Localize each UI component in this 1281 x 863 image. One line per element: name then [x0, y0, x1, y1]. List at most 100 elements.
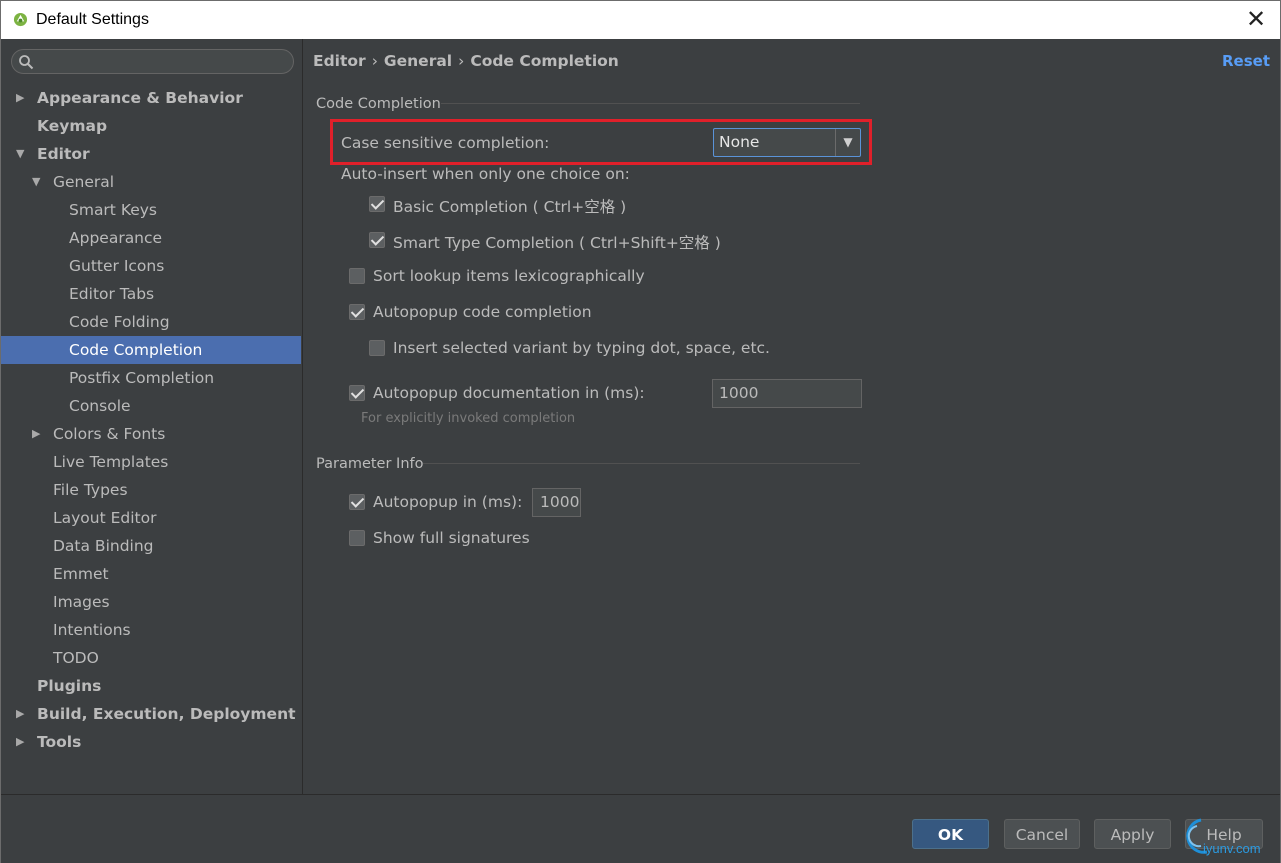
insert-variant-label[interactable]: Insert selected variant by typing dot, s… — [393, 339, 770, 357]
insert-variant-checkbox[interactable] — [369, 340, 385, 356]
autopopup-doc-input[interactable]: 1000 — [712, 379, 862, 408]
autopopup-doc-hint: For explicitly invoked completion — [361, 411, 576, 426]
sidebar-item-label: Postfix Completion — [69, 369, 215, 387]
sidebar-item-label: Code Completion — [69, 341, 203, 359]
sidebar-item-label: Code Folding — [69, 313, 170, 331]
sidebar-item-label: Intentions — [53, 621, 131, 639]
sidebar-item-images[interactable]: Images — [1, 588, 301, 616]
basic-completion-checkbox[interactable] — [369, 196, 385, 212]
basic-completion-label[interactable]: Basic Completion ( Ctrl+空格 ) — [393, 195, 626, 217]
sidebar-item-label: Data Binding — [53, 537, 154, 555]
sidebar-item-build-execution-deployment[interactable]: ▶ Build, Execution, Deployment — [1, 700, 301, 728]
sidebar-item-keymap[interactable]: Keymap — [1, 112, 301, 140]
sidebar-item-label: Smart Keys — [69, 201, 157, 219]
sidebar-item-layout-editor[interactable]: Layout Editor — [1, 504, 301, 532]
settings-content: Editor › General › Code Completion Reset Cod… — [303, 39, 1280, 794]
param-autopopup-label[interactable]: Autopopup in (ms): — [373, 493, 522, 511]
sidebar-item-label: Live Templates — [53, 453, 169, 471]
ok-button[interactable]: OK — [912, 819, 989, 849]
expand-arrow-icon[interactable]: ▶ — [16, 84, 24, 112]
close-icon[interactable]: ✕ — [1242, 6, 1270, 34]
smart-type-completion-label[interactable]: Smart Type Completion ( Ctrl+Shift+空格 ) — [393, 231, 721, 253]
search-input[interactable] — [11, 49, 294, 74]
breadcrumb-editor[interactable]: Editor — [313, 52, 366, 70]
sidebar-item-label: Keymap — [37, 117, 108, 135]
sidebar-item-label: Plugins — [37, 677, 102, 695]
sidebar-item-file-types[interactable]: File Types — [1, 476, 301, 504]
sidebar-item-live-templates[interactable]: Live Templates — [1, 448, 301, 476]
sidebar-item-tools[interactable]: ▶ Tools — [1, 728, 301, 756]
breadcrumb-general[interactable]: General — [384, 52, 452, 70]
sidebar-item-label: Editor — [37, 145, 90, 163]
watermark-swirl-icon: iyunv.com — [1186, 818, 1261, 856]
watermark-logo: iyunv.com — [1179, 814, 1269, 862]
autopopup-doc-label[interactable]: Autopopup documentation in (ms): — [373, 384, 645, 402]
sidebar-item-postfix-completion[interactable]: Postfix Completion — [1, 364, 301, 392]
sidebar-item-smart-keys[interactable]: Smart Keys — [1, 196, 301, 224]
param-autopopup-input[interactable]: 1000 — [532, 488, 581, 517]
reset-link[interactable]: Reset — [1222, 52, 1270, 70]
sidebar-item-emmet[interactable]: Emmet — [1, 560, 301, 588]
settings-sidebar: ▶ Appearance & Behavior Keymap ▼ Editor … — [1, 39, 303, 794]
sidebar-item-appearance-behavior[interactable]: ▶ Appearance & Behavior — [1, 84, 301, 112]
section-title-code-completion: Code Completion — [316, 96, 441, 112]
apply-button[interactable]: Apply — [1094, 819, 1171, 849]
sidebar-item-label: Images — [53, 593, 110, 611]
sidebar-item-console[interactable]: Console — [1, 392, 301, 420]
sidebar-item-label: Appearance — [69, 229, 163, 247]
full-signatures-label[interactable]: Show full signatures — [373, 529, 530, 547]
sidebar-item-editor[interactable]: ▼ Editor — [1, 140, 301, 168]
full-signatures-checkbox[interactable] — [349, 530, 365, 546]
breadcrumb: Editor › General › Code Completion — [313, 52, 619, 70]
title-bar: Default Settings ✕ — [1, 1, 1280, 39]
case-sensitive-value: None — [719, 133, 760, 151]
sidebar-item-colors-fonts[interactable]: ▶ Colors & Fonts — [1, 420, 301, 448]
autopopup-code-label[interactable]: Autopopup code completion — [373, 303, 592, 321]
sidebar-item-code-folding[interactable]: Code Folding — [1, 308, 301, 336]
sidebar-item-label: TODO — [53, 649, 99, 667]
breadcrumb-separator: › — [371, 52, 378, 70]
autopopup-doc-checkbox[interactable] — [349, 385, 365, 401]
sidebar-item-editor-tabs[interactable]: Editor Tabs — [1, 280, 301, 308]
autopopup-code-checkbox[interactable] — [349, 304, 365, 320]
sidebar-item-appearance[interactable]: Appearance — [1, 224, 301, 252]
collapse-arrow-icon[interactable]: ▼ — [16, 140, 24, 168]
sidebar-item-intentions[interactable]: Intentions — [1, 616, 301, 644]
sidebar-item-label: Editor Tabs — [69, 285, 155, 303]
settings-window: Default Settings ✕ ▶ Appearance & Behavi… — [0, 0, 1281, 863]
sort-lookup-checkbox[interactable] — [349, 268, 365, 284]
param-autopopup-checkbox[interactable] — [349, 494, 365, 510]
expand-arrow-icon[interactable]: ▶ — [16, 700, 24, 728]
sidebar-item-label: Tools — [37, 733, 82, 751]
sidebar-item-data-binding[interactable]: Data Binding — [1, 532, 301, 560]
sidebar-item-label: Layout Editor — [53, 509, 157, 527]
cancel-button[interactable]: Cancel — [1004, 819, 1080, 849]
sidebar-item-plugins[interactable]: Plugins — [1, 672, 301, 700]
case-sensitive-dropdown[interactable]: None ▼ — [713, 128, 861, 157]
section-divider — [441, 103, 860, 104]
expand-arrow-icon[interactable]: ▶ — [32, 420, 40, 448]
sort-lookup-label[interactable]: Sort lookup items lexicographically — [373, 267, 645, 285]
sidebar-item-general[interactable]: ▼ General — [1, 168, 301, 196]
section-title-parameter-info: Parameter Info — [316, 456, 424, 472]
android-studio-icon — [13, 12, 28, 27]
sidebar-item-label: Emmet — [53, 565, 109, 583]
sidebar-item-label: Gutter Icons — [69, 257, 165, 275]
watermark-text: iyunv.com — [1203, 841, 1261, 856]
sidebar-item-todo[interactable]: TODO — [1, 644, 301, 672]
auto-insert-label: Auto-insert when only one choice on: — [341, 165, 630, 183]
breadcrumb-code-completion: Code Completion — [470, 52, 619, 70]
collapse-arrow-icon[interactable]: ▼ — [32, 168, 40, 196]
sidebar-item-label: Console — [69, 397, 131, 415]
window-title: Default Settings — [36, 11, 149, 28]
sidebar-item-gutter-icons[interactable]: Gutter Icons — [1, 252, 301, 280]
sidebar-item-label: Colors & Fonts — [53, 425, 166, 443]
sidebar-item-label: Build, Execution, Deployment — [37, 705, 296, 723]
case-sensitive-label: Case sensitive completion: — [341, 134, 550, 152]
smart-type-completion-checkbox[interactable] — [369, 232, 385, 248]
sidebar-item-label: Appearance & Behavior — [37, 89, 243, 107]
chevron-down-icon[interactable]: ▼ — [835, 129, 860, 156]
sidebar-item-code-completion[interactable]: Code Completion — [1, 336, 301, 364]
sidebar-item-label: File Types — [53, 481, 128, 499]
expand-arrow-icon[interactable]: ▶ — [16, 728, 24, 756]
